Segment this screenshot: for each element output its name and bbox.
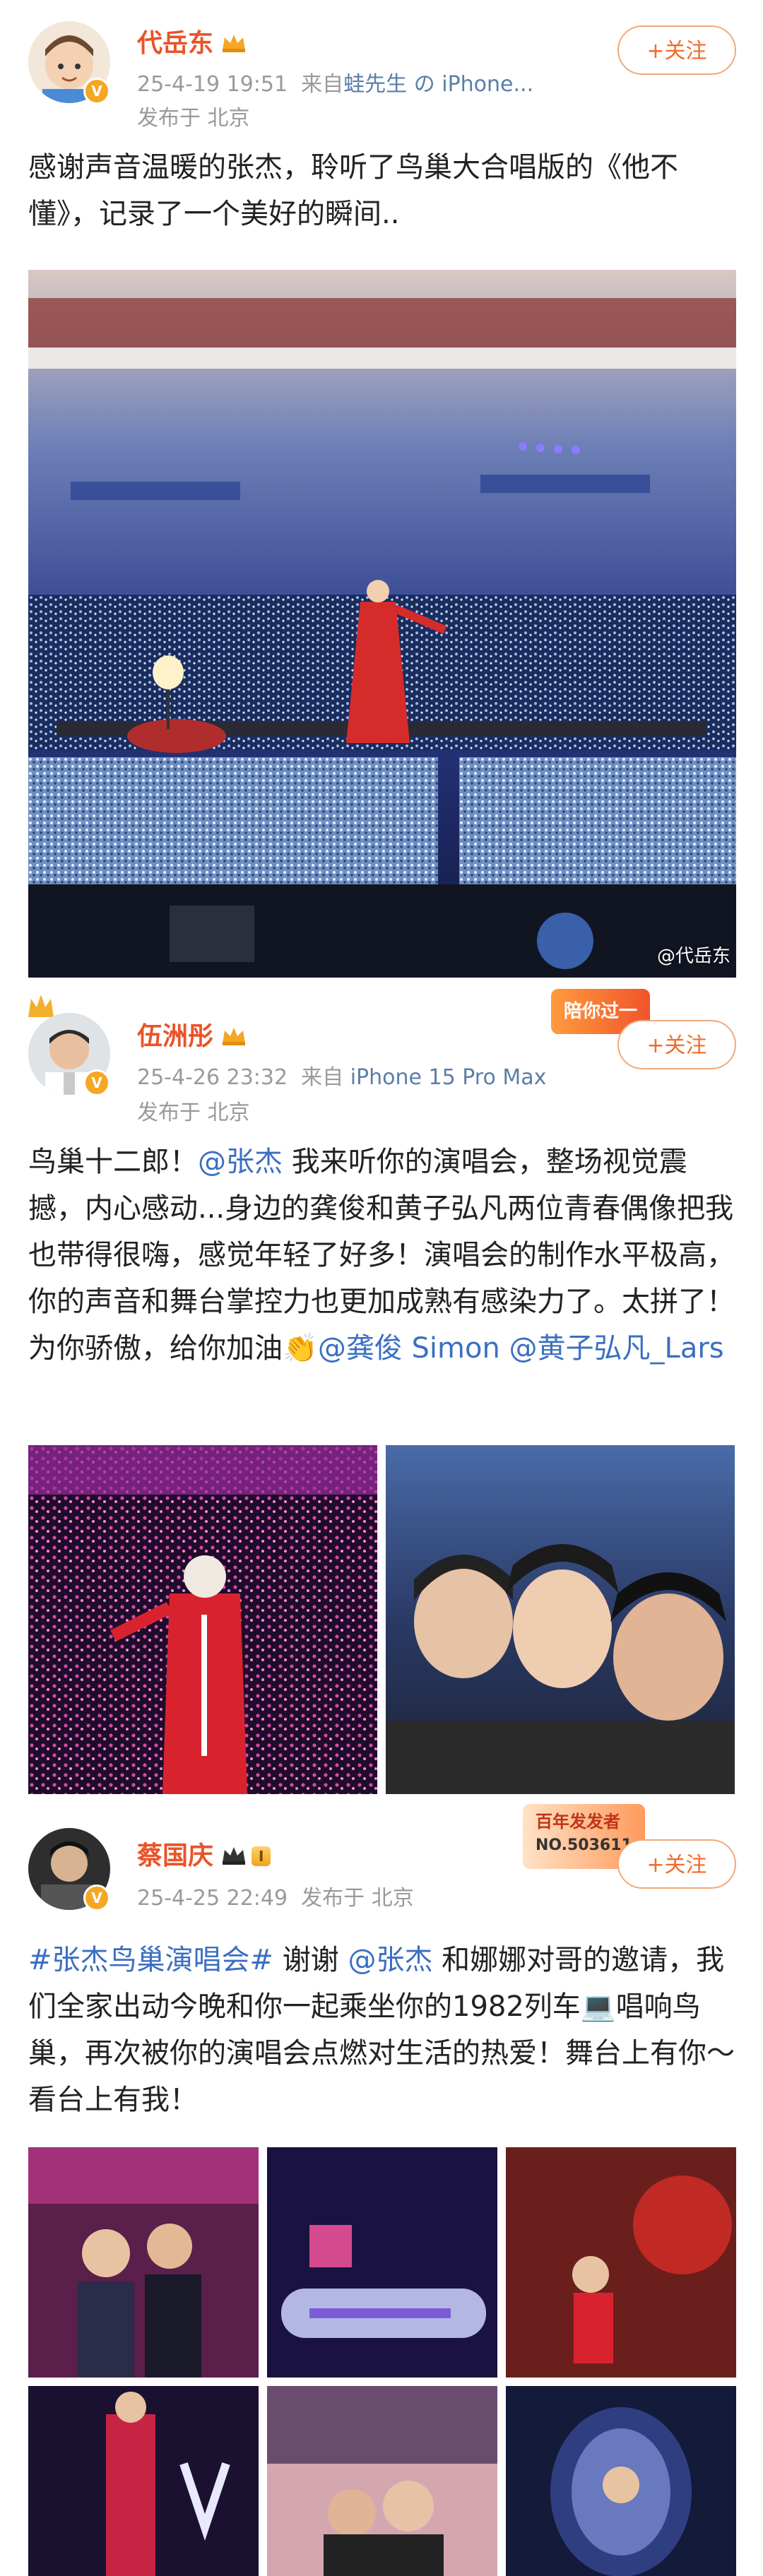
post-photo[interactable]: @代岳东 [28,270,736,978]
source-prefix: 来自 [301,72,344,97]
post-location: 发布于 北京 [301,1886,414,1911]
post-source[interactable]: 蛙先生 の iPhone... [343,72,533,97]
verified-badge-icon: V [83,78,110,105]
post-text: 鸟巢十二郎！@张杰 我来听你的演唱会，整场视觉震撼，内心感动...身边的龚俊和黄… [28,1139,735,1372]
post-time: 25-4-26 23:32 [137,1065,288,1090]
username[interactable]: 伍洲彤 [137,1016,247,1052]
post-meta: 25-4-26 23:32 来自 iPhone 15 Pro Max [137,1060,546,1091]
post-location: 发布于 北京 [137,1100,250,1125]
crown-icon [223,35,246,52]
event-banner-number: NO.503611 [536,1836,632,1854]
mention-link[interactable]: @张杰 [348,1944,432,1976]
post-time: 25-4-19 19:51 [137,72,288,97]
hashtag-link[interactable]: #张杰鸟巢演唱会# [28,1944,273,1976]
text-segment: 鸟巢十二郎！ [28,1146,198,1178]
post-text: 感谢声音温暖的张杰，聆听了鸟巢大合唱版的《他不懂》，记录了一个美好的瞬间.. [28,151,678,230]
post-photo[interactable] [28,2386,259,2576]
post-source[interactable]: iPhone 15 Pro Max [350,1065,547,1090]
user-level-badge: I [252,1846,271,1866]
post-location: 发布于 北京 [137,106,250,131]
text-segment [500,1332,509,1365]
post-card: V 代岳东 25-4-19 19:51 来自蛙先生 の iPhone... 发布… [0,0,763,982]
follow-button[interactable]: +关注 [617,25,736,75]
post-meta: 25-4-19 19:51 来自蛙先生 の iPhone... [137,66,533,97]
mention-link[interactable]: @龚俊 Simon [318,1332,500,1365]
post-meta: 25-4-25 22:49 发布于 北京 [137,1880,414,1911]
follow-button[interactable]: +关注 [617,1839,736,1889]
crown-icon [223,1847,246,1865]
text-segment: 谢谢 [273,1944,348,1976]
post-photo[interactable] [506,2386,736,2576]
crown-icon [223,1028,246,1045]
post-photo[interactable] [506,2147,736,2378]
post-text: #张杰鸟巢演唱会# 谢谢 @张杰 和娜娜对哥的邀请，我们全家出动今晚和你一起乘坐… [28,1937,735,2123]
image-watermark: @代岳东 [656,946,731,967]
username[interactable]: 代岳东 [137,23,247,59]
verified-badge-icon: V [83,1069,110,1096]
post-photo[interactable] [267,2386,497,2576]
verified-badge-icon: V [83,1884,110,1911]
post-time: 25-4-25 22:49 [137,1886,288,1911]
post-card: V 伍洲彤 25-4-26 23:32 来自 iPhone 15 Pro Max… [0,982,763,1801]
mention-link[interactable]: @黄子弘凡_Lars [509,1332,724,1365]
post-photo[interactable] [267,2147,497,2378]
post-photo[interactable] [28,2147,259,2378]
post-photo[interactable] [28,1445,377,1794]
post-card: V 蔡国庆 I 25-4-25 22:49 发布于 北京 百年发发者 NO.503… [0,1801,763,2576]
follow-button[interactable]: +关注 [617,1020,736,1069]
mention-link[interactable]: @张杰 [198,1146,283,1178]
username[interactable]: 蔡国庆 I [137,1835,271,1872]
decoration-ornament [25,992,57,1020]
source-prefix: 来自 [301,1065,344,1090]
event-banner-title: 百年发发者 [536,1812,620,1832]
post-photo[interactable] [386,1445,735,1794]
